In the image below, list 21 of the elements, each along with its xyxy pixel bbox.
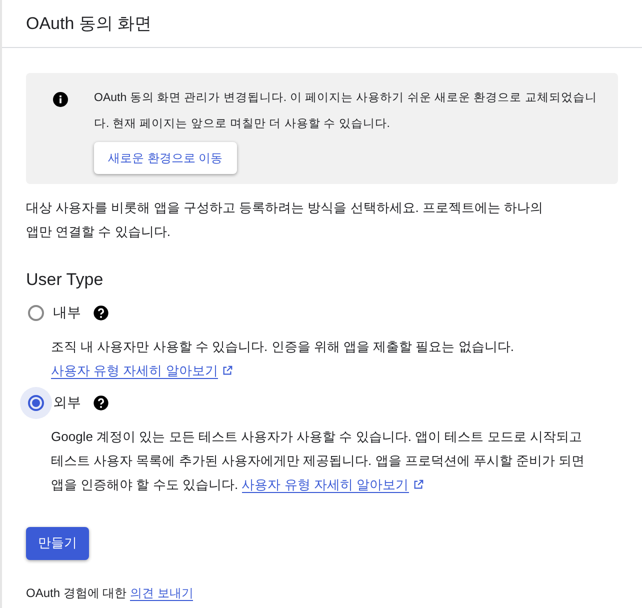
help-icon[interactable] xyxy=(93,394,109,410)
external-link-icon xyxy=(412,478,424,490)
radio-button[interactable] xyxy=(28,304,44,320)
radio-label: 외부 xyxy=(53,393,81,412)
info-icon xyxy=(52,92,68,107)
external-link-icon xyxy=(222,364,233,376)
option-description: 조직 내 사용자만 사용할 수 있습니다. 인증을 위해 앱을 제출할 필요는 없습니다. 사용자 유형 자세히 알아보기 xyxy=(51,338,515,380)
intro-text: 대상 사용자를 비롯해 앱을 구성하고 등록하려는 방식을 선택하세요. 프로젝트에는 하나의 앱만 연결할 수 있습니다. xyxy=(26,199,544,241)
create-button[interactable]: 만들기 xyxy=(26,526,89,560)
learn-more-link[interactable]: 사용자 유형 자세히 알아보기 xyxy=(242,476,409,492)
learn-more-link[interactable]: 사용자 유형 자세히 알아보기 xyxy=(51,362,218,378)
section-title: User Type xyxy=(26,269,104,291)
radio-button[interactable] xyxy=(28,394,44,410)
new-experience-button[interactable]: 새로운 환경으로 이동 xyxy=(94,142,237,174)
notice-text: OAuth 동의 화면 관리가 변경됩니다. 이 페이지는 사용하기 쉬운 새로운 환경으로 교체되었습니다. 현재 페이지는 앞으로 며칠만 더 사용할 수 있습니다. xyxy=(94,91,598,132)
option-description: Google 계정이 있는 모든 테스트 사용자가 사용할 수 있습니다. 앱이 테스트 모드로 시작되고 테스트 사용자 목록에 추가된 사용자에게만 제공됩니다. 앱을 프로덕션에 푸시할 준비가 되면 앱을 인증해야 할 수도 있습니다. 사용자 유형 자세히 알아보기 xyxy=(51,428,586,494)
feedback-link[interactable]: 의견 보내기 xyxy=(130,586,194,600)
help-icon[interactable] xyxy=(93,304,109,320)
feedback-text: OAuth 경험에 대한 의견 보내기 xyxy=(26,584,194,602)
radio-label: 내부 xyxy=(53,303,81,322)
page-title: OAuth 동의 화면 xyxy=(26,12,152,35)
